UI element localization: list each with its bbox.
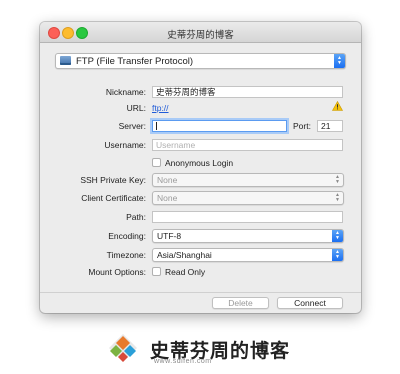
- username-field[interactable]: Username: [152, 139, 343, 151]
- server-label: Server:: [118, 121, 146, 131]
- read-only-checkbox[interactable]: [152, 267, 161, 276]
- path-label: Path:: [126, 212, 146, 222]
- server-field[interactable]: [152, 120, 287, 132]
- drive-icon: [60, 56, 71, 65]
- url-link[interactable]: ftp://: [152, 102, 169, 114]
- title-bar[interactable]: 史蒂芬周的博客: [40, 22, 361, 43]
- protocol-value: FTP (File Transfer Protocol): [76, 56, 194, 67]
- window-title: 史蒂芬周的博客: [167, 30, 234, 41]
- anonymous-checkbox[interactable]: [152, 158, 161, 167]
- nickname-label: Nickname:: [105, 87, 146, 97]
- chevron-up-down-icon: ▲ ▼: [335, 174, 340, 185]
- encoding-label: Encoding:: [108, 231, 146, 241]
- nickname-field[interactable]: 史蒂芬周的博客: [152, 86, 343, 98]
- client-cert-label: Client Certificate:: [81, 193, 146, 203]
- protocol-select[interactable]: FTP (File Transfer Protocol) ▲ ▼: [55, 53, 346, 69]
- watermark: 史蒂芬周的博客 www.sdifen.com: [108, 330, 308, 370]
- client-cert-select[interactable]: None ▲ ▼: [152, 191, 344, 205]
- path-field[interactable]: [152, 211, 343, 223]
- warning-icon: [332, 101, 343, 111]
- bookmark-window: 史蒂芬周的博客 FTP (File Transfer Protocol) ▲ ▼ …: [40, 22, 361, 313]
- timezone-select[interactable]: Asia/Shanghai ▲ ▼: [152, 248, 344, 262]
- blog-logo-icon: [109, 334, 137, 362]
- encoding-select[interactable]: UTF-8 ▲ ▼: [152, 229, 344, 243]
- anonymous-label: Anonymous Login: [165, 158, 234, 168]
- url-label: URL:: [126, 103, 146, 113]
- timezone-label: Timezone:: [106, 250, 146, 260]
- connect-button[interactable]: Connect: [277, 297, 343, 309]
- ssh-key-label: SSH Private Key:: [80, 175, 146, 185]
- chevron-up-down-icon: ▲ ▼: [335, 192, 340, 203]
- read-only-label: Read Only: [165, 267, 206, 277]
- chevron-up-down-icon: ▲ ▼: [334, 54, 345, 68]
- client-cert-value: None: [157, 193, 178, 203]
- text-caret: [156, 122, 157, 130]
- delete-button[interactable]: Delete: [212, 297, 269, 309]
- ssh-key-select[interactable]: None ▲ ▼: [152, 173, 344, 187]
- encoding-value: UTF-8: [157, 231, 182, 241]
- port-label: Port:: [293, 121, 311, 131]
- watermark-url: www.sdifen.com: [154, 358, 212, 365]
- timezone-value: Asia/Shanghai: [157, 250, 212, 260]
- port-field[interactable]: 21: [317, 120, 343, 132]
- chevron-up-down-icon: ▲ ▼: [332, 249, 343, 261]
- username-label: Username:: [104, 140, 146, 150]
- chevron-up-down-icon: ▲ ▼: [332, 230, 343, 242]
- footer-divider: [40, 292, 361, 293]
- ssh-key-value: None: [157, 175, 178, 185]
- mount-options-label: Mount Options:: [88, 267, 146, 277]
